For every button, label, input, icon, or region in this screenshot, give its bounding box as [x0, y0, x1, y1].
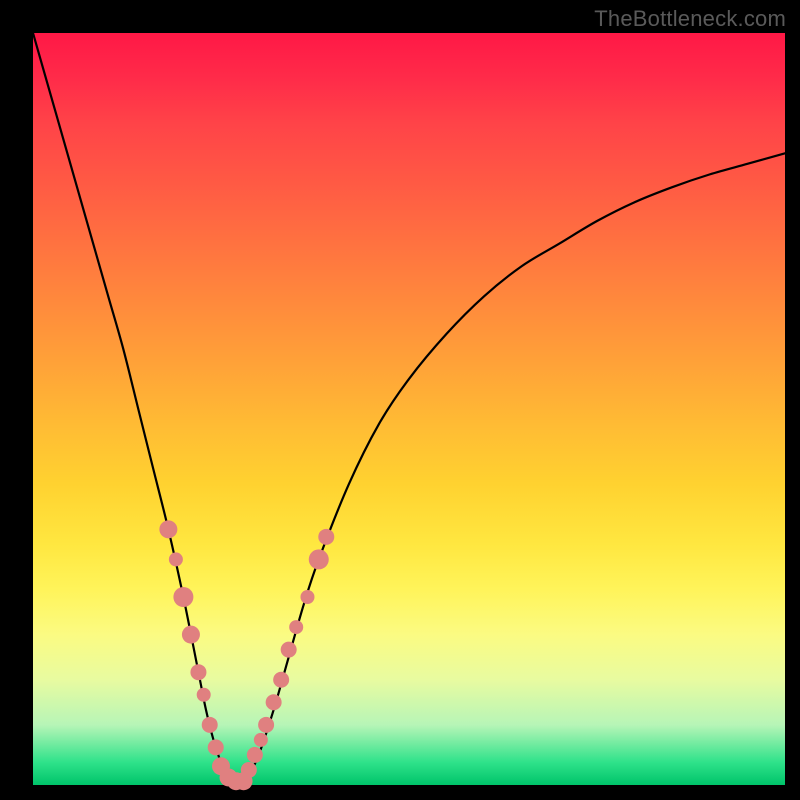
marker-point [289, 620, 303, 634]
marker-point [197, 688, 211, 702]
marker-point [318, 529, 334, 545]
marker-point [281, 642, 297, 658]
marker-point [247, 747, 263, 763]
marker-point [208, 739, 224, 755]
marker-point [159, 520, 177, 538]
marker-point [241, 762, 257, 778]
bottleneck-chart [33, 33, 785, 785]
marker-point [258, 717, 274, 733]
marker-point [173, 587, 193, 607]
marker-point [309, 549, 329, 569]
marker-point [266, 694, 282, 710]
bottleneck-curve [33, 33, 785, 788]
attribution-text: TheBottleneck.com [594, 6, 786, 32]
marker-point [254, 733, 268, 747]
marker-point [300, 590, 314, 604]
marker-point [273, 672, 289, 688]
marker-point [190, 664, 206, 680]
marker-point [169, 552, 183, 566]
marker-point [202, 717, 218, 733]
marker-point [182, 626, 200, 644]
highlight-markers [159, 520, 334, 790]
